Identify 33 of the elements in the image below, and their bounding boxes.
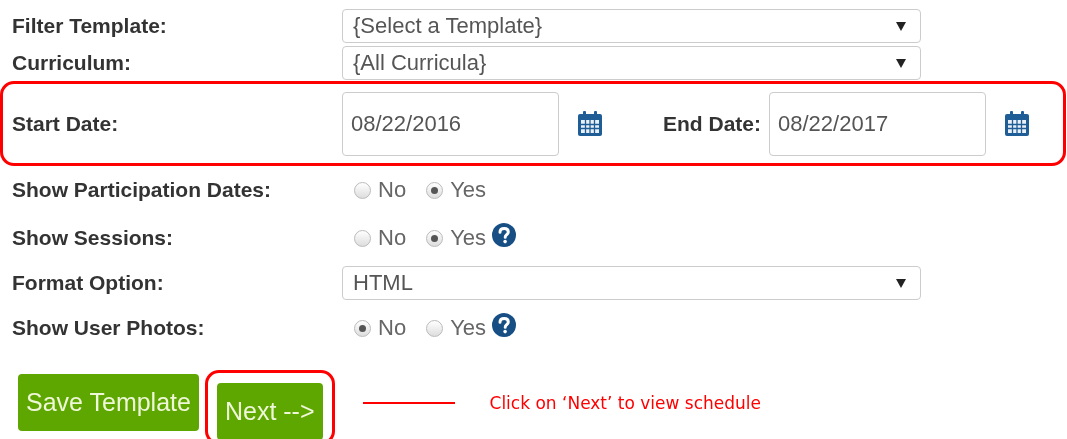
field-label: Curriculum: — [12, 51, 132, 75]
radio-button[interactable] — [354, 319, 371, 337]
field-label: Start Date: — [12, 111, 120, 136]
date-field[interactable]: 08/22/2016 — [342, 91, 559, 156]
radio-label: No — [378, 225, 407, 251]
help-icon[interactable] — [492, 223, 516, 247]
calendar-icon[interactable] — [1004, 110, 1030, 137]
radio-label: Yes — [450, 225, 486, 251]
date-field[interactable]: 08/22/2017 — [769, 91, 986, 156]
field-label: Format Option: — [12, 271, 165, 295]
field-label: Show User Photos: — [12, 316, 206, 340]
caret-icon — [896, 58, 906, 68]
radio-label: Yes — [450, 177, 486, 203]
radio-label: No — [378, 315, 407, 341]
dropdown[interactable]: HTML — [342, 266, 921, 300]
radio-label: Yes — [450, 315, 486, 341]
calendar-icon[interactable] — [577, 110, 603, 137]
caret-icon — [896, 21, 906, 31]
dropdown[interactable]: {All Curricula} — [342, 46, 921, 80]
radio-button[interactable] — [426, 181, 444, 199]
radio-button[interactable] — [426, 319, 444, 337]
radio-button[interactable] — [426, 229, 444, 247]
radio-button[interactable] — [354, 181, 371, 199]
caret-icon — [896, 278, 906, 288]
radio-label: No — [378, 177, 407, 203]
help-icon[interactable] — [492, 313, 516, 337]
radio-button[interactable] — [354, 229, 371, 247]
field-label: Show Sessions: — [12, 226, 175, 250]
dropdown[interactable]: {Select a Template} — [342, 9, 921, 43]
annotation-text: Click on ‘Next’ to view schedule — [489, 392, 762, 413]
field-label: Filter Template: — [12, 14, 168, 38]
field-label: End Date: — [663, 111, 761, 136]
field-label: Show Participation Dates: — [12, 178, 273, 202]
